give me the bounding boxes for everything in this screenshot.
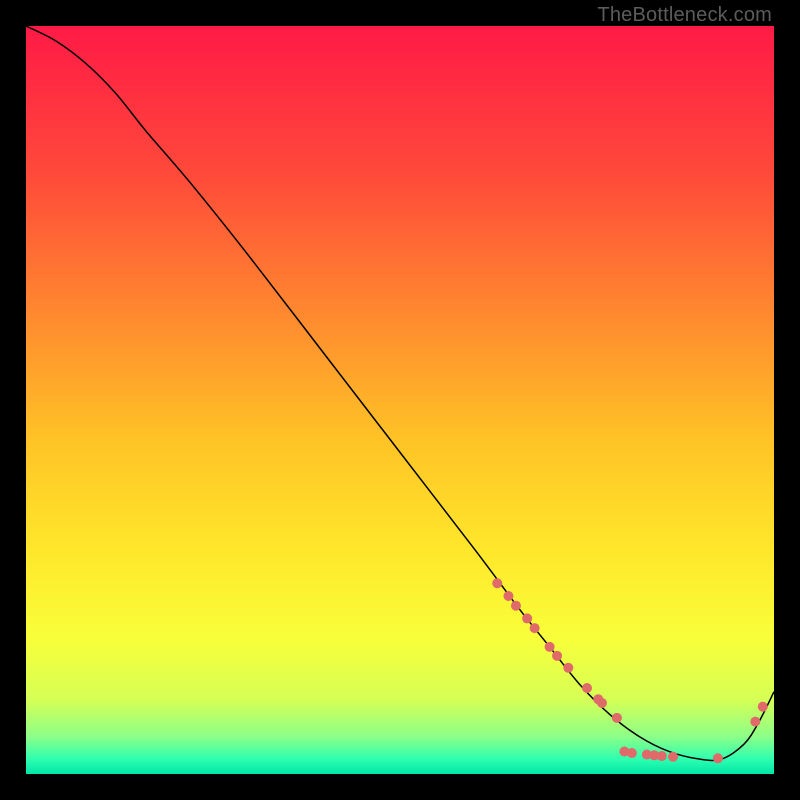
chart-stage: TheBottleneck.com [0, 0, 800, 800]
scatter-point [582, 683, 592, 693]
scatter-point [750, 717, 760, 727]
scatter-point [627, 748, 637, 758]
bottleneck-chart [26, 26, 774, 774]
scatter-point [530, 623, 540, 633]
scatter-point [511, 601, 521, 611]
plot-area [26, 26, 774, 774]
watermark-text: TheBottleneck.com [597, 4, 772, 27]
scatter-point [657, 751, 667, 761]
gradient-background [26, 26, 774, 774]
scatter-point [758, 702, 768, 712]
scatter-point [713, 753, 723, 763]
scatter-point [597, 698, 607, 708]
scatter-point [503, 591, 513, 601]
scatter-point [492, 578, 502, 588]
scatter-point [668, 752, 678, 762]
scatter-point [522, 613, 532, 623]
scatter-point [552, 651, 562, 661]
scatter-point [612, 713, 622, 723]
scatter-point [563, 663, 573, 673]
scatter-point [545, 642, 555, 652]
